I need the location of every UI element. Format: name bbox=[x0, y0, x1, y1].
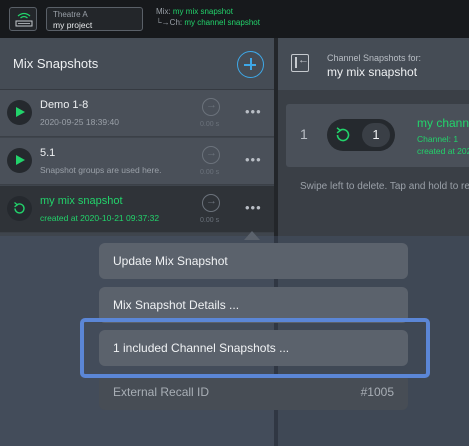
snapshot-subtitle: Snapshot groups are used here. bbox=[40, 165, 162, 175]
popover-caret bbox=[244, 231, 260, 240]
snapshot-name: 5.1 bbox=[40, 147, 56, 159]
mix-value: my mix snapshot bbox=[172, 7, 233, 16]
play-icon[interactable] bbox=[7, 100, 32, 125]
channel-header-label: Channel Snapshots for: bbox=[327, 53, 422, 63]
channel-snapshot-channel: Channel: 1 bbox=[417, 134, 459, 144]
snapshot-row[interactable]: Demo 1-8 2020-09-25 18:39:40 0.00 s ••• bbox=[0, 90, 274, 137]
console-wifi-icon bbox=[15, 12, 33, 27]
external-recall-id-value: #1005 bbox=[360, 385, 394, 399]
more-options-icon[interactable]: ••• bbox=[245, 152, 262, 167]
play-icon[interactable] bbox=[7, 148, 32, 173]
add-snapshot-button[interactable] bbox=[237, 51, 264, 78]
console-status-button[interactable] bbox=[9, 7, 37, 31]
channel-snapshot-name: my channel snapshot bbox=[417, 116, 469, 130]
channel-label: └→Ch: bbox=[156, 18, 185, 27]
top-bar: Theatre A my project Mix: my mix snapsho… bbox=[0, 0, 469, 38]
current-snapshot-info: Mix: my mix snapshot └→Ch: my channel sn… bbox=[156, 6, 260, 28]
recall-icon[interactable] bbox=[334, 126, 352, 144]
snapshot-subtitle: created at 2020-10-21 09:37:32 bbox=[40, 213, 160, 223]
collapse-panel-icon[interactable]: ← bbox=[291, 54, 309, 72]
more-options-icon[interactable]: ••• bbox=[245, 104, 262, 119]
recall-icon[interactable] bbox=[7, 196, 32, 221]
channel-header-title: my mix snapshot bbox=[327, 65, 418, 79]
list-hint: Swipe left to delete. Tap and hold to re… bbox=[300, 181, 469, 192]
fade-icon[interactable] bbox=[202, 146, 220, 164]
snapshot-subtitle: 2020-09-25 18:39:40 bbox=[40, 117, 119, 127]
app-root: Theatre A my project Mix: my mix snapsho… bbox=[0, 0, 469, 446]
more-options-icon[interactable]: ••• bbox=[245, 200, 262, 215]
snapshot-row[interactable]: 5.1 Snapshot groups are used here. 0.00 … bbox=[0, 138, 274, 185]
panel-title: Mix Snapshots bbox=[13, 56, 99, 71]
external-recall-id-item[interactable]: External Recall ID #1005 bbox=[99, 374, 408, 410]
channel-snapshot-created: created at 2020-10-21 bbox=[417, 146, 469, 156]
snapshot-row-selected[interactable]: my mix snapshot created at 2020-10-21 09… bbox=[0, 186, 274, 233]
project-name: my project bbox=[53, 20, 93, 30]
channel-snapshot-row[interactable]: 1 1 my channel snapshot Channel: 1 creat… bbox=[286, 104, 469, 167]
focus-highlight bbox=[80, 318, 430, 378]
show-selector[interactable]: Theatre A my project bbox=[46, 7, 143, 31]
fade-icon[interactable] bbox=[202, 98, 220, 116]
row-index: 1 bbox=[300, 126, 308, 142]
channel-recall-control[interactable]: 1 bbox=[327, 119, 395, 151]
snapshot-name: my mix snapshot bbox=[40, 195, 123, 207]
channel-number: 1 bbox=[362, 123, 390, 147]
channel-value: my channel snapshot bbox=[184, 18, 260, 27]
fade-time: 0.00 s bbox=[200, 121, 220, 128]
external-recall-id-label: External Recall ID bbox=[113, 385, 210, 399]
mix-snapshots-header: Mix Snapshots bbox=[0, 38, 274, 90]
mix-label: Mix: bbox=[156, 7, 173, 16]
channel-snapshots-header: ← Channel Snapshots for: my mix snapshot bbox=[278, 38, 469, 90]
fade-icon[interactable] bbox=[202, 194, 220, 212]
update-mix-snapshot-item[interactable]: Update Mix Snapshot bbox=[99, 243, 408, 279]
show-name: Theatre A bbox=[53, 10, 88, 19]
fade-time: 0.00 s bbox=[200, 169, 220, 176]
fade-time: 0.00 s bbox=[200, 217, 220, 224]
snapshot-name: Demo 1-8 bbox=[40, 99, 89, 111]
